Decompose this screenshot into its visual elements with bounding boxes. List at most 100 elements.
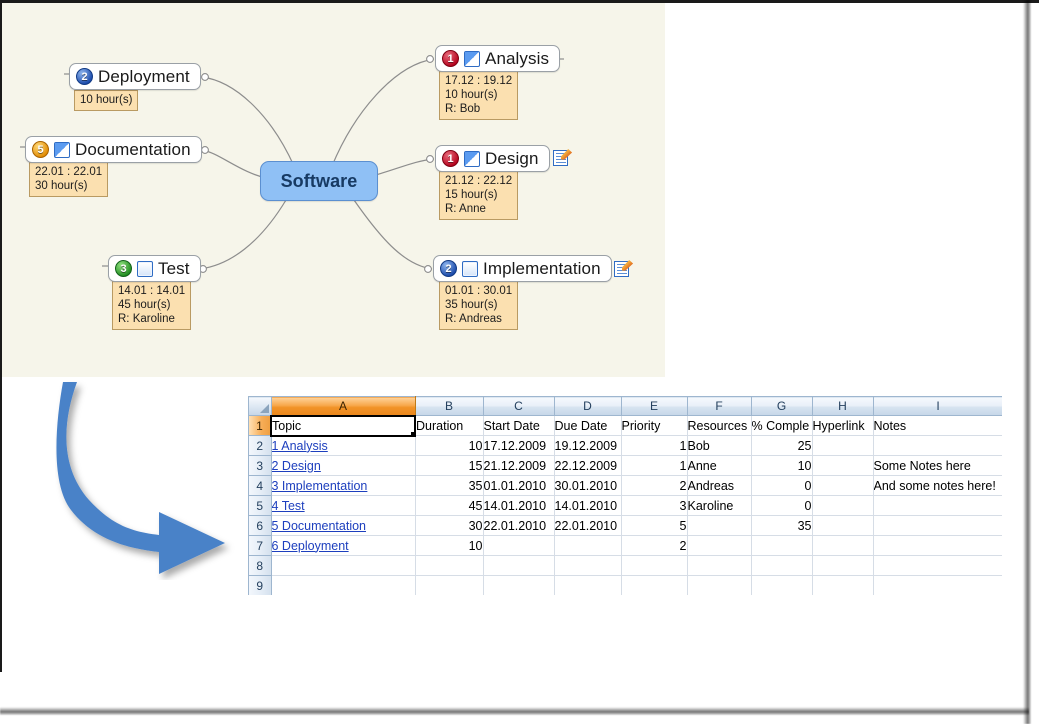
cell-B1-duration[interactable]: Duration bbox=[415, 415, 484, 436]
cell-resources[interactable] bbox=[687, 535, 752, 556]
node-analysis[interactable]: 1 Analysis bbox=[435, 45, 561, 72]
cell-hyperlink[interactable] bbox=[812, 435, 874, 456]
cell-topic[interactable]: 3 Implementation bbox=[271, 475, 416, 496]
cell-due-date[interactable]: 22.01.2010 bbox=[554, 515, 622, 536]
topic-link[interactable]: 4 Test bbox=[272, 499, 305, 513]
column-header-I[interactable]: I bbox=[873, 396, 1002, 416]
cell-resources[interactable]: Bob bbox=[687, 435, 752, 456]
column-header-C[interactable]: C bbox=[483, 396, 555, 416]
cell-start-date[interactable]: 22.01.2010 bbox=[483, 515, 555, 536]
cell-percent[interactable]: 0 bbox=[751, 495, 813, 516]
cell-A1-topic[interactable]: Topic bbox=[270, 414, 416, 437]
cell-C1-start-date[interactable]: Start Date bbox=[483, 415, 555, 436]
node-test[interactable]: 3 Test bbox=[108, 255, 201, 282]
cell-topic[interactable] bbox=[271, 555, 416, 576]
cell-duration[interactable]: 15 bbox=[415, 455, 484, 476]
cell-G1-percent-complete[interactable]: % Comple bbox=[751, 415, 813, 436]
cell-H1-hyperlink[interactable]: Hyperlink bbox=[812, 415, 874, 436]
cell-topic[interactable]: 2 Design bbox=[271, 455, 416, 476]
node-design[interactable]: 1 Design bbox=[435, 145, 550, 172]
note-icon-implementation[interactable] bbox=[613, 260, 632, 279]
cell-percent[interactable] bbox=[751, 555, 813, 576]
cell-duration[interactable] bbox=[415, 575, 484, 595]
cell-E1-priority[interactable]: Priority bbox=[621, 415, 688, 436]
column-header-E[interactable]: E bbox=[621, 396, 688, 416]
cell-priority[interactable]: 2 bbox=[621, 475, 688, 496]
cell-notes[interactable]: Some Notes here bbox=[873, 455, 1002, 476]
cell-F1-resources[interactable]: Resources bbox=[687, 415, 752, 436]
cell-resources[interactable] bbox=[687, 515, 752, 536]
cell-priority[interactable]: 1 bbox=[621, 455, 688, 476]
cell-start-date[interactable] bbox=[483, 535, 555, 556]
cell-notes[interactable] bbox=[873, 515, 1002, 536]
cell-start-date[interactable]: 01.01.2010 bbox=[483, 475, 555, 496]
cell-I1-notes[interactable]: Notes bbox=[873, 415, 1002, 436]
column-header-F[interactable]: F bbox=[687, 396, 752, 416]
node-documentation[interactable]: 5 Documentation bbox=[25, 136, 202, 163]
cell-priority[interactable] bbox=[621, 555, 688, 576]
cell-hyperlink[interactable] bbox=[812, 475, 874, 496]
cell-hyperlink[interactable] bbox=[812, 515, 874, 536]
cell-resources[interactable] bbox=[687, 555, 752, 576]
cell-start-date[interactable]: 21.12.2009 bbox=[483, 455, 555, 476]
node-implementation[interactable]: 2 Implementation bbox=[433, 255, 612, 282]
topic-link[interactable]: 3 Implementation bbox=[272, 479, 368, 493]
cell-due-date[interactable] bbox=[554, 535, 622, 556]
cell-hyperlink[interactable] bbox=[812, 495, 874, 516]
cell-percent[interactable] bbox=[751, 535, 813, 556]
cell-percent[interactable]: 35 bbox=[751, 515, 813, 536]
cell-start-date[interactable]: 17.12.2009 bbox=[483, 435, 555, 456]
topic-link[interactable]: 6 Deployment bbox=[272, 539, 349, 553]
cell-hyperlink[interactable] bbox=[812, 535, 874, 556]
cell-hyperlink[interactable] bbox=[812, 575, 874, 595]
cell-start-date[interactable] bbox=[483, 575, 555, 595]
cell-priority[interactable] bbox=[621, 575, 688, 595]
cell-D1-due-date[interactable]: Due Date bbox=[554, 415, 622, 436]
topic-link[interactable]: 2 Design bbox=[272, 459, 321, 473]
cell-due-date[interactable] bbox=[554, 555, 622, 576]
mindmap-canvas[interactable]: Software 1 Analysis 17.12 : 19.12 10 hou… bbox=[2, 3, 665, 377]
cell-topic[interactable]: 5 Documentation bbox=[271, 515, 416, 536]
cell-notes[interactable] bbox=[873, 495, 1002, 516]
cell-topic[interactable]: 4 Test bbox=[271, 495, 416, 516]
cell-notes[interactable]: And some notes here! bbox=[873, 475, 1002, 496]
cell-topic[interactable] bbox=[271, 575, 416, 595]
node-deployment[interactable]: 2 Deployment bbox=[69, 63, 201, 90]
cell-percent[interactable]: 10 bbox=[751, 455, 813, 476]
cell-duration[interactable]: 10 bbox=[415, 435, 484, 456]
topic-link[interactable]: 1 Analysis bbox=[272, 439, 328, 453]
cell-priority[interactable]: 3 bbox=[621, 495, 688, 516]
cell-percent[interactable]: 0 bbox=[751, 475, 813, 496]
cell-resources[interactable] bbox=[687, 575, 752, 595]
column-header-A[interactable]: A bbox=[271, 396, 416, 416]
cell-due-date[interactable]: 30.01.2010 bbox=[554, 475, 622, 496]
cell-start-date[interactable] bbox=[483, 555, 555, 576]
cell-start-date[interactable]: 14.01.2010 bbox=[483, 495, 555, 516]
cell-due-date[interactable] bbox=[554, 575, 622, 595]
cell-topic[interactable]: 6 Deployment bbox=[271, 535, 416, 556]
topic-link[interactable]: 5 Documentation bbox=[272, 519, 367, 533]
cell-hyperlink[interactable] bbox=[812, 455, 874, 476]
cell-duration[interactable] bbox=[415, 555, 484, 576]
cell-resources[interactable]: Karoline bbox=[687, 495, 752, 516]
column-header-H[interactable]: H bbox=[812, 396, 874, 416]
cell-notes[interactable] bbox=[873, 435, 1002, 456]
central-node-software[interactable]: Software bbox=[260, 161, 378, 201]
cell-resources[interactable]: Andreas bbox=[687, 475, 752, 496]
spreadsheet[interactable]: A B C D E F G H I 1 Topic Duration Start… bbox=[248, 396, 1002, 595]
note-icon-design[interactable] bbox=[552, 149, 571, 168]
cell-percent[interactable]: 25 bbox=[751, 435, 813, 456]
cell-priority[interactable]: 1 bbox=[621, 435, 688, 456]
cell-due-date[interactable]: 22.12.2009 bbox=[554, 455, 622, 476]
cell-due-date[interactable]: 19.12.2009 bbox=[554, 435, 622, 456]
cell-duration[interactable]: 10 bbox=[415, 535, 484, 556]
cell-duration[interactable]: 30 bbox=[415, 515, 484, 536]
cell-notes[interactable] bbox=[873, 575, 1002, 595]
cell-notes[interactable] bbox=[873, 555, 1002, 576]
cell-notes[interactable] bbox=[873, 535, 1002, 556]
column-header-D[interactable]: D bbox=[554, 396, 622, 416]
cell-duration[interactable]: 45 bbox=[415, 495, 484, 516]
cell-priority[interactable]: 2 bbox=[621, 535, 688, 556]
cell-priority[interactable]: 5 bbox=[621, 515, 688, 536]
column-header-B[interactable]: B bbox=[415, 396, 484, 416]
